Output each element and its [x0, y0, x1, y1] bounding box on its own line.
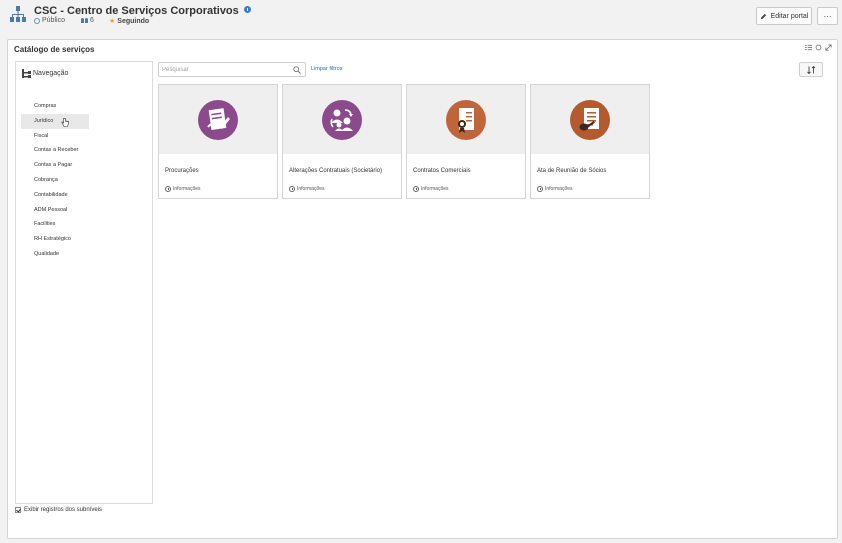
people-icon [81, 18, 88, 23]
widget-toolbar [805, 44, 832, 51]
nav-item-label: Contabilidade [34, 191, 68, 198]
nav-item-label: Contas a Pagar [34, 162, 73, 169]
card-info-label: Informações [421, 186, 449, 192]
members-count-label: 6 [90, 17, 94, 24]
nav-item-label: Qualidade [34, 250, 60, 257]
nav-item-label: Contas a Receber [34, 147, 79, 154]
widget-title: Catálogo de serviços [14, 45, 95, 54]
nav-item-label: Facilities [34, 221, 56, 228]
visibility-status: Público [34, 17, 65, 24]
portal-header: CSC - Centro de Serviços Corporativos Pú… [0, 0, 842, 34]
card-image [407, 85, 525, 154]
nav-item-adm-pessoal[interactable]: ADM Pessoal [21, 203, 89, 218]
card-info-label: Informações [545, 186, 573, 192]
show-subnivel-records[interactable]: Exibir registros dos subníveis [15, 507, 102, 513]
more-options-button[interactable]: ··· [817, 7, 838, 25]
edit-portal-button[interactable]: Editar portal [756, 7, 812, 25]
more-options-label: ··· [823, 11, 832, 21]
page-title: CSC - Centro de Serviços Corporativos [34, 5, 251, 17]
visibility-label: Público [42, 17, 65, 24]
signed-document-icon [198, 100, 238, 140]
info-icon [413, 186, 419, 192]
nav-item-contas-a-pagar[interactable]: Contas a Pagar [21, 158, 89, 173]
info-icon[interactable] [243, 6, 251, 13]
service-card-contratos-comerciais[interactable]: Contratos Comerciais Informações [406, 84, 526, 199]
nav-item-juridico[interactable]: Jurídico [21, 113, 89, 129]
hand-cursor-icon [61, 117, 69, 127]
nav-item-qualidade[interactable]: Qualidade [21, 247, 89, 262]
nav-item-compras[interactable]: Compras [21, 99, 89, 114]
nav-item-label: RH Estratégico [34, 236, 71, 243]
org-chart-icon [10, 6, 26, 22]
card-title: Ata de Reunião de Sócios [537, 168, 607, 174]
card-title: Contratos Comerciais [413, 168, 471, 174]
card-info-link[interactable]: Informações [537, 186, 573, 192]
expand-icon[interactable] [825, 44, 832, 51]
pencil-icon [760, 13, 766, 19]
card-info-link[interactable]: Informações [165, 186, 201, 192]
service-catalog-widget: Catálogo de serviços Navegação Compras J… [7, 39, 838, 539]
nav-item-contabilidade[interactable]: Contabilidade [21, 188, 89, 203]
navigation-list: Compras Jurídico Fiscal Contas a Receber… [21, 99, 89, 262]
people-exchange-icon [322, 100, 362, 140]
info-icon [165, 186, 171, 192]
page-title-text: CSC - Centro de Serviços Corporativos [34, 5, 239, 17]
subnivel-checkbox[interactable] [15, 507, 21, 513]
clear-filters-link[interactable]: Limpar filtros [311, 66, 342, 72]
nav-item-label: Cobrança [34, 176, 58, 183]
contract-seal-icon [446, 100, 486, 140]
card-title: Alterações Contratuais (Societário) [289, 168, 383, 174]
navigation-panel: Navegação Compras Jurídico Fiscal Contas… [15, 61, 153, 504]
sort-icon [806, 65, 815, 74]
list-view-icon[interactable] [805, 44, 812, 51]
nav-item-label: Fiscal [34, 132, 49, 139]
card-info-label: Informações [297, 186, 325, 192]
service-card-procuracoes[interactable]: Procurações Informações [158, 84, 278, 199]
nav-item-label: Jurídico [34, 117, 54, 124]
navigation-heading-label: Navegação [33, 70, 69, 77]
nav-item-label: ADM Pessoal [34, 206, 68, 213]
card-title: Procurações [165, 168, 199, 174]
minutes-stamp-icon [570, 100, 610, 140]
globe-icon [34, 17, 40, 24]
nav-item-label: Compras [34, 103, 57, 109]
follow-status[interactable]: ★ Seguindo [109, 17, 150, 26]
info-icon [537, 186, 543, 192]
nav-item-facilities[interactable]: Facilities [21, 217, 89, 232]
search-input[interactable] [162, 65, 290, 75]
follow-label: Seguindo [117, 17, 150, 25]
nav-item-contas-a-receber[interactable]: Contas a Receber [21, 143, 89, 158]
card-info-link[interactable]: Informações [413, 186, 449, 192]
tree-icon [22, 69, 31, 78]
service-card-ata-reuniao-socios[interactable]: Ata de Reunião de Sócios Informações [530, 84, 650, 199]
service-card-alteracoes-contratuais[interactable]: Alterações Contratuais (Societário) Info… [282, 84, 402, 199]
members-count[interactable]: 6 [81, 17, 94, 24]
card-image [531, 85, 649, 154]
nav-item-fiscal[interactable]: Fiscal [21, 129, 89, 144]
card-image [283, 85, 401, 154]
info-icon [289, 186, 295, 192]
card-info-link[interactable]: Informações [289, 186, 325, 192]
card-info-label: Informações [173, 186, 201, 192]
card-image [159, 85, 277, 154]
subnivel-label: Exibir registros dos subníveis [24, 507, 103, 513]
nav-item-rh-estrategico[interactable]: RH Estratégico [21, 232, 89, 247]
search-box [158, 62, 306, 77]
refresh-icon[interactable] [815, 44, 822, 51]
edit-portal-label: Editar portal [770, 12, 809, 20]
nav-item-cobranca[interactable]: Cobrança [21, 173, 89, 188]
star-icon: ★ [109, 18, 116, 25]
navigation-heading: Navegação [22, 69, 68, 78]
search-icon[interactable] [293, 66, 301, 74]
sort-button[interactable] [799, 62, 823, 77]
